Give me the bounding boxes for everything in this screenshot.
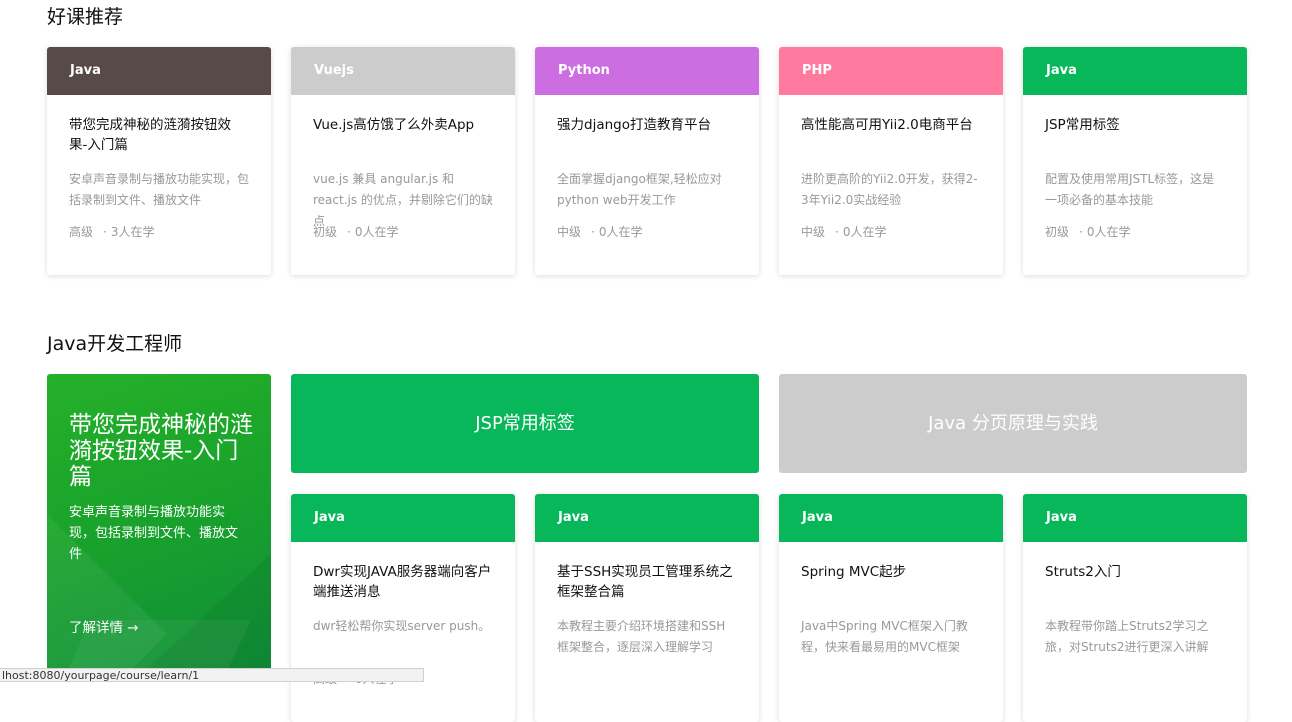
course-desc: 本教程带你踏上Struts2学习之旅，对Struts2进行更深入讲解 (1045, 619, 1209, 654)
course-title: 带您完成神秘的涟漪按钮效果-入门篇 (69, 117, 231, 153)
banner-label: Java 分页原理与实践 (928, 413, 1098, 434)
course-tag: Java (70, 63, 101, 78)
course-desc: 配置及使用常用JSTL标签，这是一项必备的基本技能 (1045, 172, 1215, 207)
course-desc: 全面掌握django框架,轻松应对python web开发工作 (557, 172, 722, 207)
course-card[interactable]: Java Dwr实现JAVA服务器端向客户端推送消息 dwr轻松帮你实现server… (291, 494, 515, 722)
course-tag-header: Java (47, 47, 271, 95)
featured-course-panel[interactable]: 带您完成神秘的涟漪按钮效果-入门篇 安卓声音录制与播放功能实现，包括录制到文件、… (47, 374, 271, 680)
course-tag: Vuejs (314, 63, 354, 78)
course-card[interactable]: PHP 高性能高可用Yii2.0电商平台进阶更高阶的Yii2.0开发，获得2-3年… (779, 47, 1003, 275)
course-meta: 初级 · 0人在学 (313, 223, 493, 240)
course-meta: 中级 · 0人在学 (557, 223, 737, 240)
meta-dot: · (835, 225, 839, 239)
meta-dot: · (103, 225, 107, 239)
course-title: Spring MVC起步 (801, 564, 907, 580)
course-title: Vue.js高仿饿了么外卖App (313, 117, 475, 133)
course-level: 中级 (801, 225, 826, 239)
course-meta: 初级 · 0人在学 (1045, 223, 1225, 240)
course-tag: Python (558, 63, 610, 78)
course-tag: Java (802, 510, 833, 525)
course-card[interactable]: Python 强力django打造教育平台全面掌握django框架,轻松应对pyt… (535, 47, 759, 275)
course-title: 强力django打造教育平台 (557, 117, 711, 133)
course-tag: PHP (802, 63, 832, 78)
course-title: 基于SSH实现员工管理系统之框架整合篇 (557, 564, 733, 600)
course-tag-header: Java (291, 494, 515, 542)
course-title: Dwr实现JAVA服务器端向客户端推送消息 (313, 564, 492, 600)
featured-course-desc: 安卓声音录制与播放功能实现，包括录制到文件、播放文件 (69, 505, 239, 562)
course-meta: 中级 · 0人在学 (801, 223, 981, 240)
section-title-java-engineer: Java开发工程师 (47, 333, 183, 355)
course-tag: Java (1046, 63, 1077, 78)
course-desc: dwr轻松帮你实现server push。 (313, 619, 491, 633)
course-desc: 本教程主要介绍环境搭建和SSH框架整合，逐层深入理解学习 (557, 619, 726, 654)
course-students: 3人在学 (110, 225, 155, 239)
featured-course-title: 带您完成神秘的涟漪按钮效果-入门篇 (69, 412, 253, 490)
course-tag-header: Java (535, 494, 759, 542)
course-level: 中级 (557, 225, 582, 239)
course-tag-header: Java (1023, 494, 1247, 542)
course-desc: 安卓声音录制与播放功能实现，包括录制到文件、播放文件 (69, 172, 250, 207)
course-students: 0人在学 (842, 225, 887, 239)
course-students: 0人在学 (598, 225, 643, 239)
course-title: JSP常用标签 (1045, 117, 1120, 133)
banner-label: JSP常用标签 (475, 413, 575, 434)
meta-dot: · (591, 225, 595, 239)
course-card[interactable]: Java 基于SSH实现员工管理系统之框架整合篇 本教程主要介绍环境搭建和SSH框架… (535, 494, 759, 722)
course-tag-header: Java (779, 494, 1003, 542)
course-tag-header: Python (535, 47, 759, 95)
course-title: Struts2入门 (1045, 564, 1121, 580)
course-students: 0人在学 (354, 225, 399, 239)
course-card[interactable]: Java Spring MVC起步 Java中Spring MVC框架入门教程，快来… (779, 494, 1003, 722)
course-level: 初级 (1045, 225, 1070, 239)
course-tag: Java (558, 510, 589, 525)
course-tag: Java (314, 510, 345, 525)
course-card[interactable]: Vuejs Vue.js高仿饿了么外卖App vue.js 兼具 angular.j… (291, 47, 515, 275)
course-tag-header: Java (1023, 47, 1247, 95)
course-tag-header: Vuejs (291, 47, 515, 95)
learn-more-link[interactable]: 了解详情 → (69, 616, 139, 636)
course-title: 高性能高可用Yii2.0电商平台 (801, 117, 973, 133)
banner-java-paging[interactable]: Java 分页原理与实践 (779, 374, 1247, 473)
meta-dot: · (347, 225, 351, 239)
course-card[interactable]: Java Struts2入门本教程带你踏上Struts2学习之旅，对Struts2… (1023, 494, 1247, 722)
course-level: 初级 (313, 225, 338, 239)
course-students: 0人在学 (1086, 225, 1131, 239)
banner-jsp-tags[interactable]: JSP常用标签 (291, 374, 759, 473)
course-card[interactable]: Java JSP常用标签配置及使用常用JSTL标签，这是一项必备的基本技能初级 · 0… (1023, 47, 1247, 275)
course-desc: 进阶更高阶的Yii2.0开发，获得2-3年Yii2.0实战经验 (801, 172, 978, 207)
course-level: 高级 (69, 225, 94, 239)
course-desc: vue.js 兼具 angular.js 和 react.js 的优点，并剔除它… (313, 172, 493, 228)
course-card[interactable]: Java 带您完成神秘的涟漪按钮效果-入门篇 安卓声音录制与播放功能实现，包括录制到… (47, 47, 271, 275)
course-tag: Java (1046, 510, 1077, 525)
course-desc: Java中Spring MVC框架入门教程，快来看最易用的MVC框架 (801, 619, 968, 654)
meta-dot: · (1079, 225, 1083, 239)
course-meta: 高级 · 3人在学 (69, 223, 249, 240)
section-title-recommended: 好课推荐 (47, 6, 124, 28)
course-tag-header: PHP (779, 47, 1003, 95)
